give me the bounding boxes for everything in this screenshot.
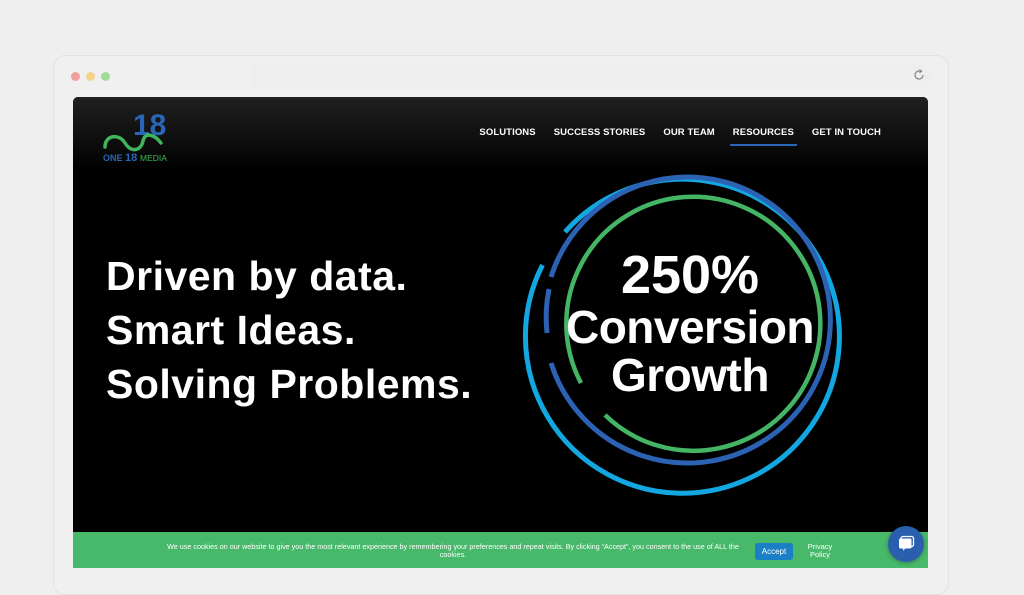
privacy-policy-link[interactable]: Privacy Policy [801,543,839,559]
accept-cookies-button[interactable]: Accept [755,543,793,560]
reload-icon[interactable] [912,68,926,82]
minimize-window-button[interactable] [86,72,95,81]
chat-icon [899,535,915,551]
conversion-stat: 250% Conversion Growth [530,247,850,399]
web-page: 18 ONE 18 MEDIA SOLUTIONS SUCCESS STORIE… [73,97,928,568]
stat-value: 250% [620,245,760,305]
stat-label-line-1: Conversion [565,301,815,353]
chat-widget-button[interactable] [888,526,924,562]
cookie-message: We use cookies on our website to give yo… [167,542,739,559]
cookie-banner: We use cookies on our website to give yo… [73,532,928,568]
maximize-window-button[interactable] [101,72,110,81]
close-window-button[interactable] [71,72,80,81]
address-bar[interactable] [251,65,931,87]
stat-label-line-2: Growth [611,349,769,401]
